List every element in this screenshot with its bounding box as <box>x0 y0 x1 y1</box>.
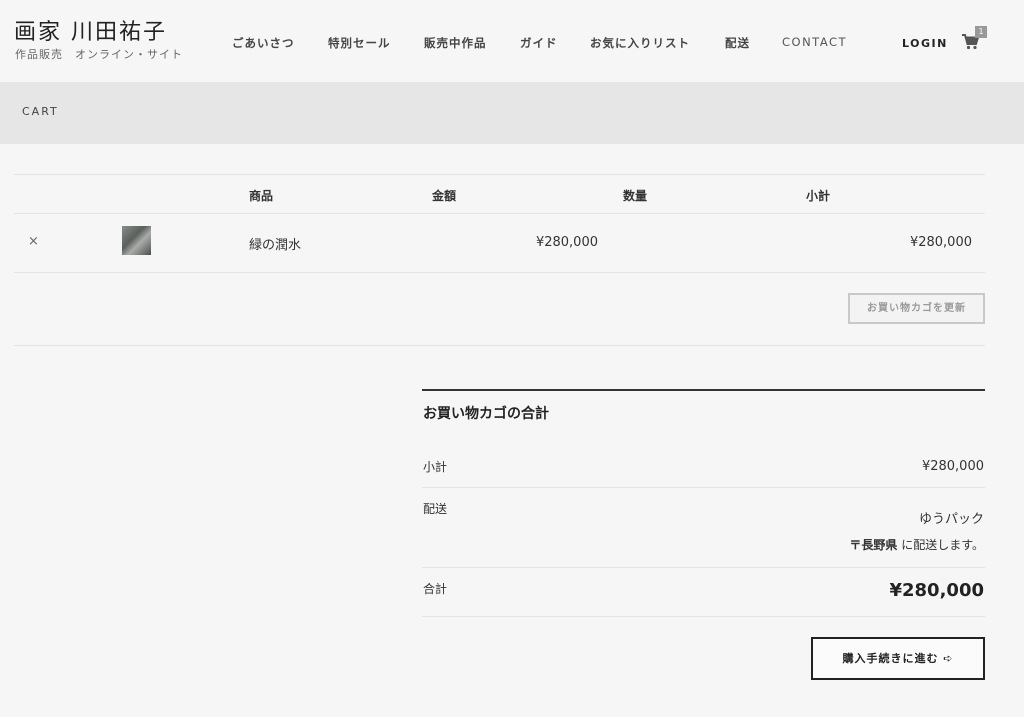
header-divider <box>14 213 985 214</box>
totals-top-rule <box>422 389 985 391</box>
shipping-label: 配送 <box>423 502 448 516</box>
row-divider <box>14 272 985 273</box>
totals-divider <box>422 567 985 568</box>
subtotal-value: ¥280,000 <box>921 459 984 474</box>
nav-item-greeting[interactable]: ごあいさつ <box>232 35 295 51</box>
product-subtotal: ¥280,000 <box>909 235 972 250</box>
product-name-link[interactable]: 緑の潤水 <box>249 234 301 253</box>
cart-totals-title: お買い物カゴの合計 <box>423 406 549 422</box>
nav-item-sale[interactable]: 特別セール <box>328 35 391 51</box>
proceed-to-checkout-button[interactable]: 購入手続きに進む ➪ <box>811 637 985 680</box>
column-header-subtotal: 小計 <box>806 189 831 203</box>
shipping-destination-text: に配送します。 <box>897 538 984 552</box>
totals-divider <box>422 487 985 488</box>
table-top-divider <box>14 174 985 175</box>
column-header-price: 金額 <box>432 189 457 203</box>
column-header-quantity: 数量 <box>623 189 648 203</box>
remove-item-button[interactable]: × <box>28 234 39 249</box>
product-price: ¥280,000 <box>535 235 598 250</box>
shipping-prefecture: 〒長野県 <box>849 538 898 552</box>
nav-item-shipping[interactable]: 配送 <box>725 35 750 51</box>
total-value: ¥280,000 <box>889 580 984 601</box>
cart-count-badge: 1 <box>975 26 987 38</box>
total-label: 合計 <box>423 582 448 596</box>
shipping-method: ゆうパック <box>918 512 984 527</box>
totals-divider <box>422 616 985 617</box>
main-nav: ごあいさつ 特別セール 販売中作品 ガイド お気に入りリスト 配送 CONTAC… <box>0 35 1024 51</box>
shipping-destination: 〒長野県 に配送します。 <box>849 536 984 553</box>
table-bottom-divider <box>14 345 985 346</box>
update-cart-button[interactable]: お買い物カゴを更新 <box>848 293 985 324</box>
page-title: CART <box>22 105 59 118</box>
site-header: 画家 川田祐子 作品販売 オンライン・サイト ごあいさつ 特別セール 販売中作品… <box>0 0 1024 82</box>
nav-item-favorites[interactable]: お気に入りリスト <box>590 35 690 51</box>
nav-item-guide[interactable]: ガイド <box>520 35 558 51</box>
subtotal-label: 小計 <box>423 460 448 474</box>
nav-item-contact[interactable]: CONTACT <box>782 35 847 49</box>
column-header-product: 商品 <box>249 189 274 203</box>
login-link[interactable]: LOGIN <box>902 37 948 50</box>
cart-page: 画家 川田祐子 作品販売 オンライン・サイト ごあいさつ 特別セール 販売中作品… <box>0 0 1024 717</box>
artwork-thumbnail[interactable] <box>122 226 151 255</box>
page-banner: CART <box>0 82 1024 144</box>
nav-item-works[interactable]: 販売中作品 <box>424 35 487 51</box>
